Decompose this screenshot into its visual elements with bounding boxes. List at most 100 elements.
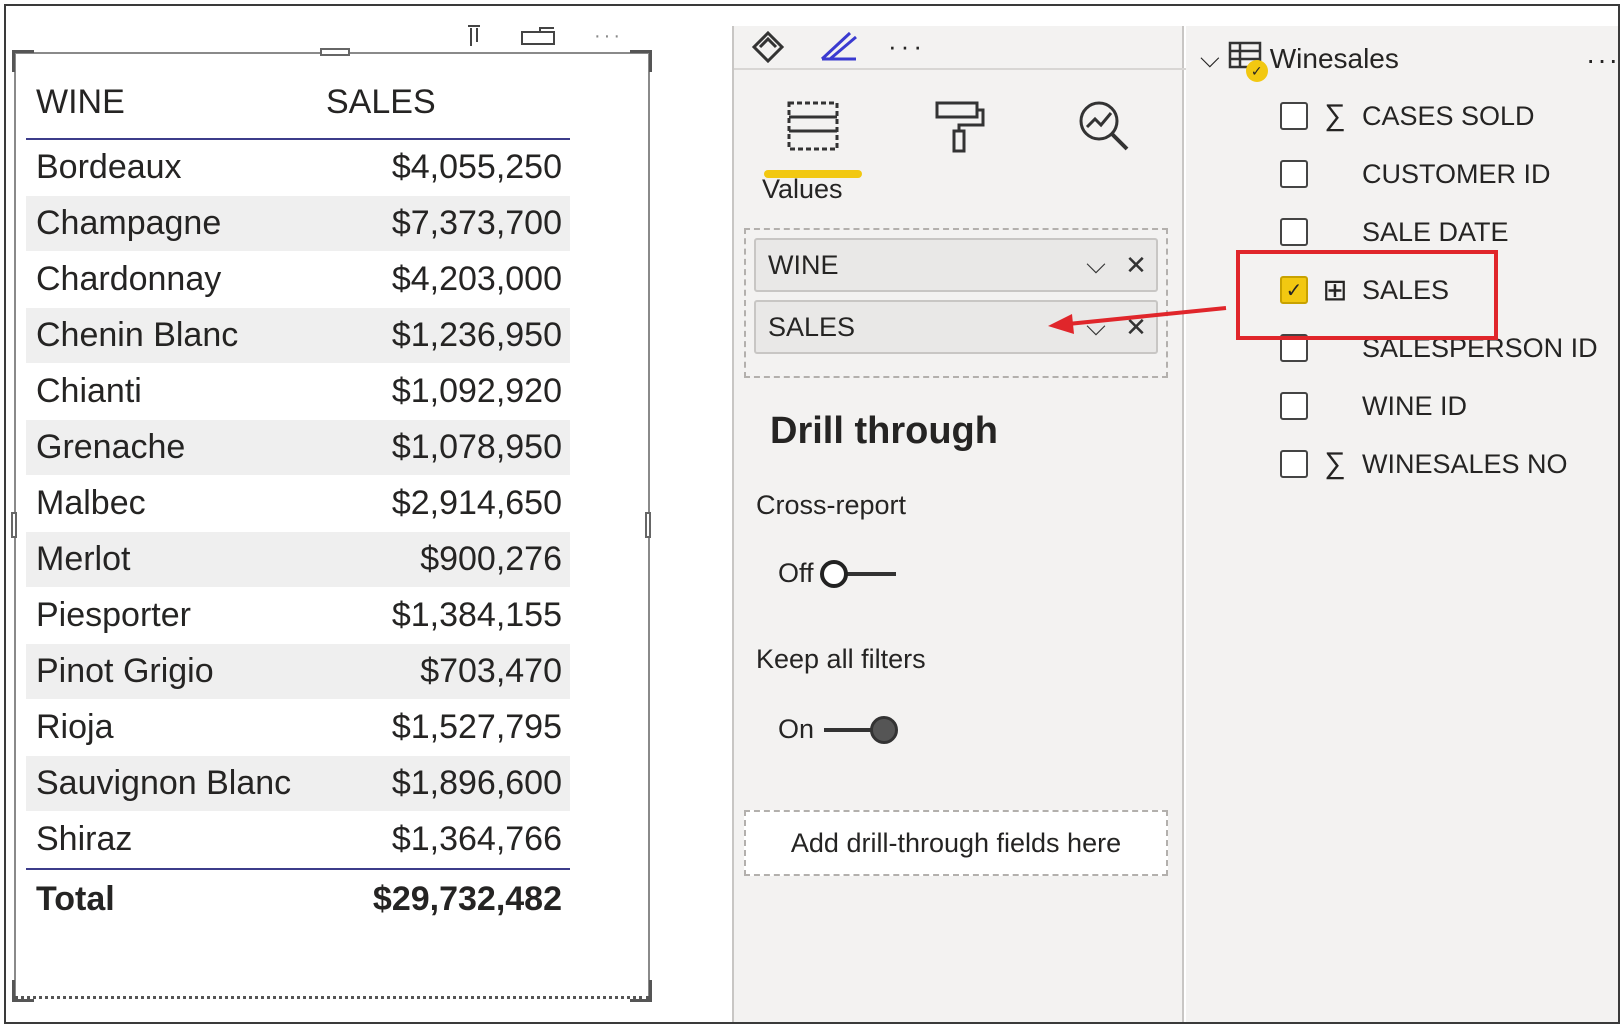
- cell-sales: $4,203,000: [391, 260, 562, 298]
- filter-icon[interactable]: [466, 24, 482, 48]
- table-row[interactable]: Pinot Grigio $703,470: [26, 644, 570, 700]
- column-header-sales[interactable]: SALES: [326, 83, 570, 122]
- field-item[interactable]: SALE DATE: [1280, 212, 1509, 252]
- value-field-sales[interactable]: SALES ⌵ ✕: [754, 300, 1158, 354]
- values-label: Values: [762, 174, 843, 204]
- visualizations-pane: ··· Values WINE ⌵ ✕ SALES ⌵ ✕ Drill thro…: [732, 26, 1186, 1022]
- highlight-box: [1236, 250, 1498, 340]
- cell-wine: Chenin Blanc: [36, 316, 239, 354]
- focus-mode-icon[interactable]: [520, 26, 556, 46]
- cell-sales: $7,373,700: [391, 204, 562, 242]
- table-row[interactable]: Shiraz $1,364,766: [26, 812, 570, 868]
- sparkle-diamond-icon[interactable]: [748, 29, 788, 63]
- more-options-icon[interactable]: ···: [1586, 44, 1620, 76]
- sparkle-pen-icon[interactable]: [816, 29, 860, 63]
- cell-sales: $1,092,920: [391, 372, 562, 410]
- keep-filters-label: Keep all filters: [756, 644, 926, 674]
- cell-wine: Shiraz: [36, 820, 133, 858]
- field-name: SALE DATE: [1362, 216, 1509, 247]
- table-row[interactable]: Chianti $1,092,920: [26, 364, 570, 420]
- resize-handle-right[interactable]: [645, 512, 651, 538]
- cell-sales: $1,896,600: [391, 764, 562, 802]
- cell-wine: Sauvignon Blanc: [36, 764, 292, 802]
- visual-header: ···: [466, 24, 623, 48]
- table-header: WINE SALES: [26, 66, 570, 140]
- field-name: SALES: [768, 311, 856, 342]
- toggle-knob[interactable]: [870, 715, 899, 744]
- resize-handle-top[interactable]: [320, 48, 350, 56]
- toggle-state-label: On: [778, 714, 815, 744]
- checkbox[interactable]: [1280, 450, 1308, 478]
- close-icon[interactable]: ✕: [1116, 250, 1156, 281]
- table-name: Winesales: [1269, 43, 1399, 74]
- table-row[interactable]: Sauvignon Blanc $1,896,600: [26, 756, 570, 812]
- checkbox[interactable]: [1280, 102, 1308, 130]
- checkbox[interactable]: [1280, 392, 1308, 420]
- format-paintbrush-icon: [935, 101, 985, 153]
- values-well[interactable]: WINE ⌵ ✕ SALES ⌵ ✕: [744, 228, 1168, 378]
- cell-wine: Malbec: [36, 484, 146, 522]
- chevron-down-icon[interactable]: ⌵: [1076, 311, 1116, 343]
- toggle-track[interactable]: [824, 715, 899, 744]
- field-name: WINESALES NO: [1362, 448, 1568, 479]
- table-row[interactable]: Chenin Blanc $1,236,950: [26, 308, 570, 364]
- table-icon: ✓: [1228, 40, 1268, 82]
- table-row[interactable]: Grenache $1,078,950: [26, 420, 570, 476]
- table-body: Bordeaux $4,055,250 Champagne $7,373,700 Cha…: [26, 140, 570, 868]
- cell-wine: Chianti: [36, 372, 142, 410]
- resize-handle-left[interactable]: [11, 512, 17, 538]
- viz-top-toolbar: ···: [748, 26, 926, 66]
- toggle-track[interactable]: [819, 559, 896, 588]
- table-row[interactable]: Piesporter $1,384,155: [26, 588, 570, 644]
- field-item[interactable]: ∑ WINESALES NO: [1280, 444, 1568, 484]
- checkbox[interactable]: [1280, 218, 1308, 246]
- total-value: $29,732,482: [372, 879, 562, 918]
- more-options-icon[interactable]: ···: [594, 25, 623, 48]
- field-item[interactable]: CUSTOMER ID: [1280, 154, 1551, 194]
- field-name: CASES SOLD: [1362, 100, 1535, 131]
- cell-sales: $1,364,766: [391, 820, 562, 858]
- sigma-icon: ∑: [1324, 447, 1346, 480]
- column-header-wine[interactable]: WINE: [26, 83, 326, 122]
- table-row[interactable]: Chardonnay $4,203,000: [26, 252, 570, 308]
- cell-wine: Bordeaux: [36, 148, 182, 186]
- cell-sales: $1,384,155: [391, 596, 562, 634]
- close-icon[interactable]: ✕: [1116, 312, 1156, 343]
- resize-handle-corner[interactable]: [630, 980, 652, 1002]
- cell-sales: $703,470: [420, 652, 562, 690]
- cell-wine: Rioja: [36, 708, 114, 746]
- value-field-wine[interactable]: WINE ⌵ ✕: [754, 238, 1158, 292]
- visual-border: [14, 996, 650, 999]
- field-name: WINE: [768, 249, 839, 280]
- toggle-state-label: Off: [778, 558, 814, 588]
- cross-report-toggle[interactable]: Off: [778, 558, 896, 589]
- resize-handle-corner[interactable]: [12, 980, 34, 1002]
- keep-filters-toggle[interactable]: On: [778, 714, 899, 745]
- table-row[interactable]: Merlot $900,276: [26, 532, 570, 588]
- table-total-row: Total $29,732,482: [26, 868, 570, 928]
- cell-wine: Piesporter: [36, 596, 191, 634]
- field-name: CUSTOMER ID: [1362, 158, 1551, 189]
- viz-tabs: [764, 84, 1154, 178]
- resize-handle-corner[interactable]: [630, 50, 652, 72]
- more-icon[interactable]: ···: [888, 31, 926, 62]
- cross-report-label: Cross-report: [756, 490, 907, 520]
- table-node-winesales[interactable]: ⌵ ✓ Winesales: [1200, 40, 1399, 82]
- field-item[interactable]: ∑ CASES SOLD: [1280, 96, 1535, 136]
- chevron-down-icon[interactable]: ⌵: [1200, 43, 1220, 75]
- chevron-down-icon[interactable]: ⌵: [1076, 249, 1116, 281]
- field-item[interactable]: WINE ID: [1280, 386, 1467, 426]
- table-row[interactable]: Rioja $1,527,795: [26, 700, 570, 756]
- tab-format[interactable]: [910, 84, 1008, 168]
- checkbox[interactable]: [1280, 160, 1308, 188]
- table-row[interactable]: Malbec $2,914,650: [26, 476, 570, 532]
- cell-sales: $4,055,250: [391, 148, 562, 186]
- table-visual[interactable]: WINE SALES Bordeaux $4,055,250 Champagne $7…: [11, 48, 652, 1002]
- toggle-knob[interactable]: [819, 559, 848, 588]
- table-row[interactable]: Bordeaux $4,055,250: [26, 140, 570, 196]
- table-row[interactable]: Champagne $7,373,700: [26, 196, 570, 252]
- data-table: WINE SALES Bordeaux $4,055,250 Champagne $7…: [26, 66, 570, 928]
- drill-through-drop-zone[interactable]: Add drill-through fields here: [744, 810, 1168, 876]
- tab-build-visual[interactable]: [764, 84, 862, 178]
- tab-analytics[interactable]: [1056, 84, 1154, 168]
